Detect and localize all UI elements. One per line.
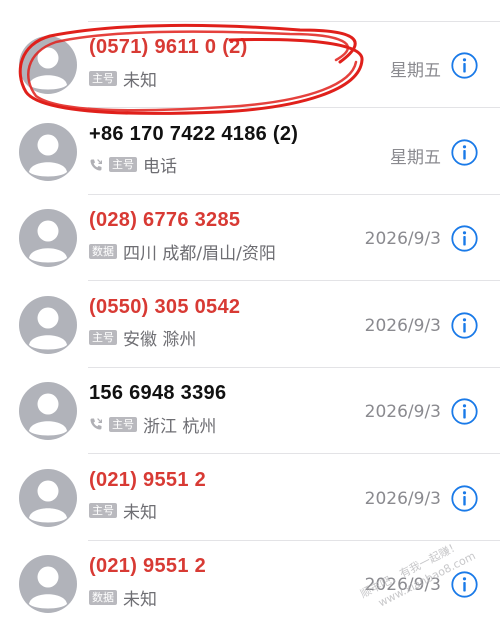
phone-icon (90, 418, 102, 430)
info-icon[interactable] (451, 484, 478, 512)
line-tag: 数据 (89, 589, 117, 605)
info-icon[interactable] (451, 52, 478, 79)
call-row[interactable]: (021) 9551 2 主号 未知 2026/9/3 (0, 455, 500, 541)
call-row-partial[interactable] (0, 0, 500, 22)
caller-number: (028) 6776 3285 (89, 209, 241, 231)
call-date: 2026/9/3 (364, 575, 441, 595)
caller-number: 156 6948 3396 (89, 382, 227, 404)
call-date: 2026/9/3 (364, 229, 441, 249)
caller-number: (0571) 9611 0 (2) (89, 36, 248, 58)
caller-location: 安徽 滁州 (123, 330, 197, 350)
info-icon[interactable] (451, 571, 478, 598)
caller-details: 主号 浙江 杭州 (89, 413, 217, 437)
call-row[interactable]: (021) 9551 2 数据 未知 2026/9/3 (0, 541, 500, 617)
line-tag: 主号 (109, 157, 137, 172)
caller-location: 浙江 杭州 (143, 416, 217, 437)
caller-number: (0550) 305 0542 (89, 295, 241, 318)
call-date: 星期五 (390, 61, 441, 81)
line-tag: 主号 (89, 70, 117, 86)
caller-number: (021) 9551 2 (89, 555, 207, 577)
caller-number: +86 170 7422 4186 (2) (89, 122, 299, 145)
caller-location: 未知 (123, 503, 157, 523)
caller-number: (021) 9551 2 (89, 468, 207, 491)
info-icon[interactable] (451, 138, 478, 166)
caller-details: 主号 电话 (89, 154, 177, 177)
caller-details: 数据 四川 成都/眉山/资阳 (89, 240, 276, 264)
phone-icon (90, 158, 102, 171)
avatar-icon (19, 295, 77, 354)
info-icon[interactable] (451, 398, 478, 425)
line-tag: 主号 (89, 503, 117, 518)
caller-details: 主号 安徽 滁州 (89, 327, 197, 350)
call-row[interactable]: 156 6948 3396 主号 浙江 杭州 2026/9/3 (0, 368, 500, 454)
call-row[interactable]: (028) 6776 3285 数据 四川 成都/眉山/资阳 2026/9/3 (0, 195, 500, 281)
caller-location: 四川 成都/眉山/资阳 (123, 243, 276, 264)
caller-location: 未知 (123, 70, 157, 91)
avatar-icon (19, 468, 77, 527)
call-row[interactable]: +86 170 7422 4186 (2) 主号 电话 星期五 (0, 109, 500, 195)
avatar-icon (19, 209, 77, 267)
caller-details: 主号 未知 (89, 67, 157, 91)
caller-location: 未知 (123, 589, 157, 610)
recent-calls-screen: (0571) 9611 0 (2) 主号 未知 星期五 +86 170 7422… (0, 0, 500, 617)
info-icon[interactable] (451, 311, 478, 339)
line-tag: 主号 (109, 416, 137, 432)
call-row[interactable]: (0550) 305 0542 主号 安徽 滁州 2026/9/3 (0, 282, 500, 368)
info-icon[interactable] (451, 225, 478, 252)
avatar-icon (19, 382, 77, 440)
call-date: 2026/9/3 (364, 488, 441, 509)
call-date: 2026/9/3 (364, 315, 441, 336)
call-date: 2026/9/3 (364, 402, 441, 422)
call-date: 星期五 (390, 147, 441, 168)
caller-location: 电话 (143, 157, 177, 177)
avatar-icon (19, 36, 77, 94)
call-row[interactable]: (0571) 9611 0 (2) 主号 未知 星期五 (0, 22, 500, 108)
avatar-icon (19, 555, 77, 613)
line-tag: 主号 (89, 330, 117, 345)
avatar-icon (19, 122, 77, 181)
caller-details: 数据 未知 (89, 586, 157, 610)
line-tag: 数据 (89, 243, 117, 259)
caller-details: 主号 未知 (89, 500, 157, 523)
